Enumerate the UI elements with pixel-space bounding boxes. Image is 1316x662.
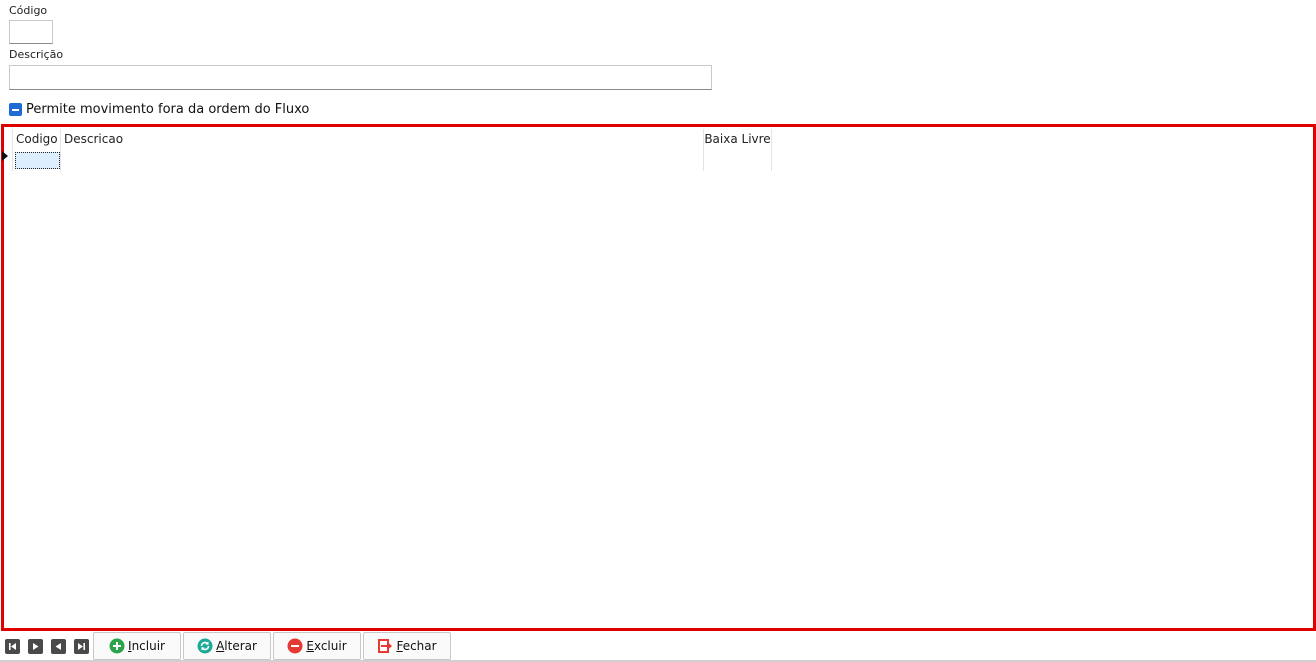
incluir-label: Incluir <box>128 639 165 653</box>
data-grid[interactable]: Codigo Descricao Baixa Livre <box>1 124 1316 631</box>
indeterminate-checkbox-icon[interactable] <box>9 103 22 116</box>
refresh-icon <box>197 638 213 654</box>
next-record-icon[interactable] <box>28 639 43 654</box>
permite-movimento-checkbox-row[interactable]: Permite movimento fora da ordem do Fluxo <box>9 102 309 117</box>
descricao-input[interactable] <box>9 65 712 90</box>
alterar-label: Alterar <box>216 639 257 653</box>
excluir-label: Excluir <box>306 639 347 653</box>
first-record-icon[interactable] <box>5 639 20 654</box>
selected-cell-editor[interactable] <box>15 152 60 169</box>
fechar-label: Fechar <box>396 639 437 653</box>
cell-descricao[interactable] <box>61 150 704 171</box>
alterar-button[interactable]: Alterar <box>183 632 271 660</box>
minus-circle-icon <box>287 638 303 654</box>
permite-movimento-label: Permite movimento fora da ordem do Fluxo <box>26 102 310 117</box>
column-header-descricao[interactable]: Descricao <box>61 129 704 150</box>
codigo-input[interactable] <box>9 20 53 44</box>
cell-codigo[interactable] <box>12 150 61 171</box>
cell-baixa-livre[interactable] <box>704 150 772 171</box>
current-row-indicator-icon <box>2 151 8 161</box>
codigo-label: Código <box>9 4 48 17</box>
column-header-baixa-livre[interactable]: Baixa Livre <box>704 129 772 150</box>
last-record-icon[interactable] <box>74 639 89 654</box>
exit-door-icon <box>377 638 393 654</box>
excluir-button[interactable]: Excluir <box>273 632 361 660</box>
plus-circle-icon <box>109 638 125 654</box>
fechar-button[interactable]: Fechar <box>363 632 451 660</box>
descricao-label: Descrição <box>9 48 64 61</box>
column-header-codigo[interactable]: Codigo <box>12 129 61 150</box>
incluir-button[interactable]: Incluir <box>93 632 181 660</box>
prior-record-icon[interactable] <box>51 639 66 654</box>
